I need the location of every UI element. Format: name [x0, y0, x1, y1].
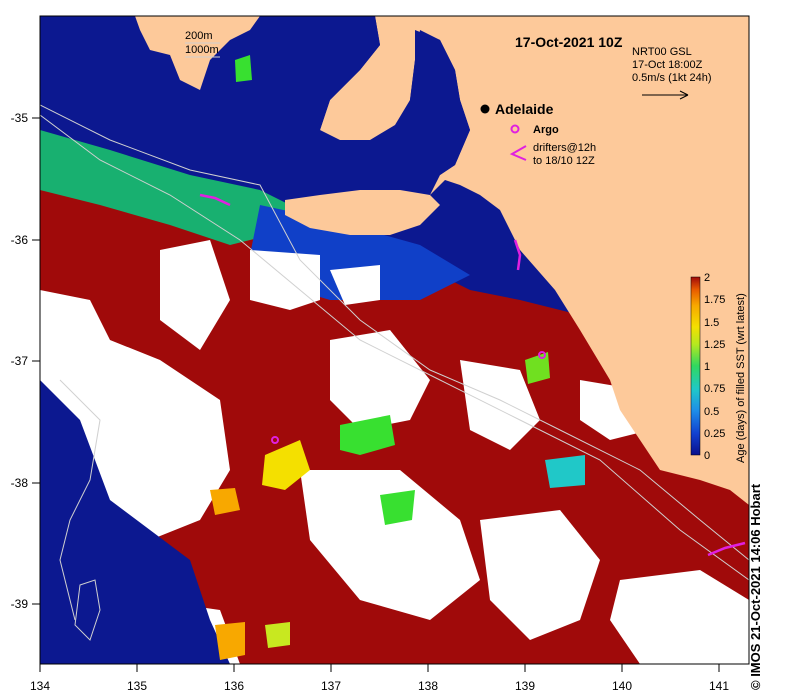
y-tick-label: -38	[11, 476, 29, 490]
x-tick-label: 140	[612, 679, 632, 693]
x-tick-label: 134	[30, 679, 50, 693]
colorbar-tick: 0	[704, 450, 710, 462]
x-tick-label: 136	[224, 679, 244, 693]
map-field	[40, 16, 749, 664]
current-key-line1: NRT00 GSL	[632, 46, 692, 58]
x-tick-label: 135	[127, 679, 147, 693]
x-axis: 134 135 136 137 138 139 140 141	[30, 664, 729, 693]
map-title: 17-Oct-2021 10Z	[515, 34, 623, 50]
adelaide-marker-icon	[480, 104, 490, 114]
drifters-legend-line2: to 18/10 12Z	[533, 155, 595, 167]
x-tick-label: 138	[418, 679, 438, 693]
x-tick-label: 141	[709, 679, 729, 693]
y-tick-label: -37	[11, 354, 29, 368]
cyan-patch	[545, 455, 585, 488]
x-tick-label: 137	[321, 679, 341, 693]
colorbar-tick: 1.25	[704, 339, 725, 351]
colorbar-tick: 1.75	[704, 294, 725, 306]
y-tick-label: -39	[11, 597, 29, 611]
colorbar	[690, 276, 701, 456]
bathy-legend-200m: 200m	[185, 30, 213, 42]
y-axis: -35 -36 -37 -38 -39	[11, 111, 40, 611]
x-tick-label: 139	[515, 679, 535, 693]
orange-patch-south	[215, 622, 245, 660]
colorbar-tick: 0.75	[704, 383, 725, 395]
colorbar-tick: 0.25	[704, 428, 725, 440]
colorbar-tick: 1.5	[704, 317, 719, 329]
argo-legend-label: Argo	[533, 124, 559, 136]
colorbar-tick: 0.5	[704, 406, 719, 418]
y-tick-label: -35	[11, 111, 29, 125]
yellow-patch-south	[265, 622, 290, 648]
drifters-legend-line1: drifters@12h	[533, 142, 596, 154]
y-tick-label: -36	[11, 233, 29, 247]
credit-label: © IMOS 21-Oct-2021 14:06 Hobart	[748, 483, 763, 690]
colorbar-label: Age (days) of filled SST (wrt latest)	[735, 293, 747, 463]
sst-age-map: 134 135 136 137 138 139 140 141 -35 -36 …	[11, 15, 750, 693]
current-key-line3: 0.5m/s (1kt 24h)	[632, 72, 711, 84]
green-patch-mid	[380, 490, 415, 525]
adelaide-label: Adelaide	[495, 101, 554, 117]
bathy-legend-1000m: 1000m	[185, 44, 219, 56]
current-key-line2: 17-Oct 18:00Z	[632, 59, 703, 71]
colorbar-tick: 2	[704, 272, 710, 284]
colorbar-tick: 1	[704, 361, 710, 373]
